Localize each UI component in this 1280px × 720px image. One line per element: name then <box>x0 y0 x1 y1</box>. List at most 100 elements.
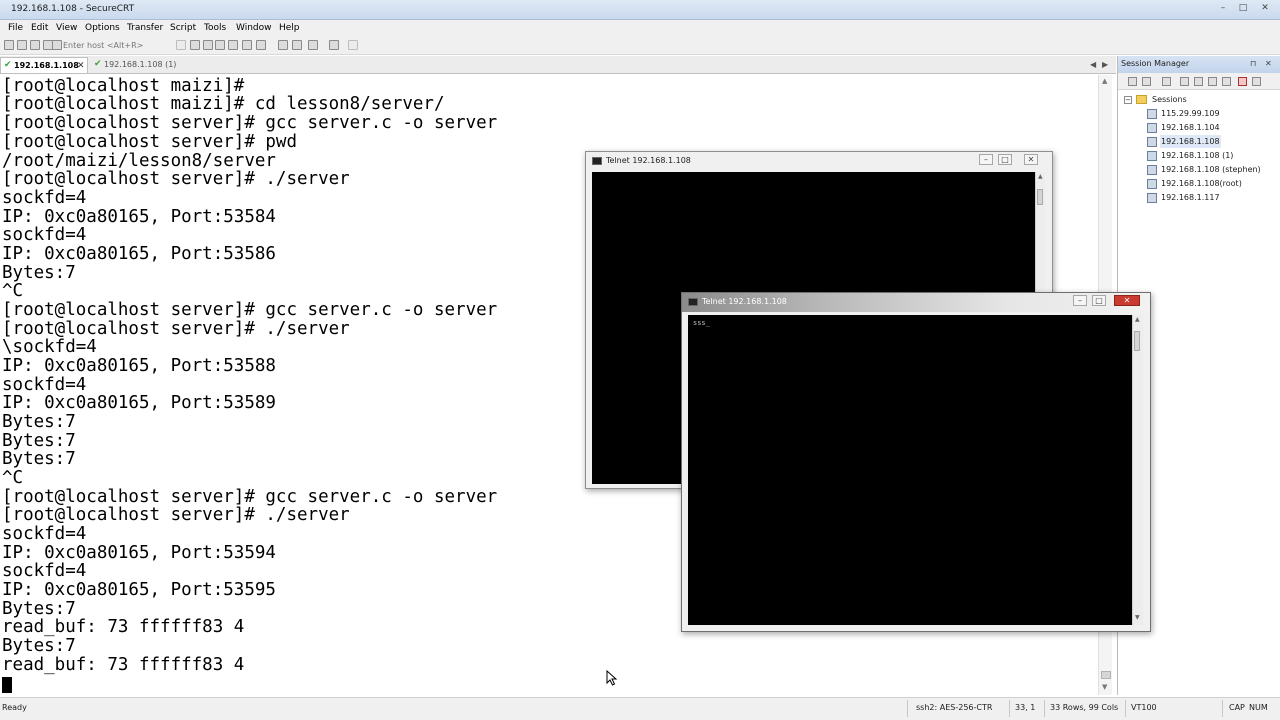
status-separator <box>1044 700 1045 717</box>
minimize-button[interactable]: – <box>1073 295 1087 306</box>
telnet-title-bar[interactable]: Telnet 192.168.1.108 – □ ✕ <box>586 152 1052 171</box>
help-icon[interactable] <box>308 40 318 50</box>
tree-session[interactable]: 192.168.1.108 (stephen) <box>1118 163 1280 177</box>
maximize-button[interactable]: □ <box>998 154 1012 165</box>
scroll-up-icon[interactable]: ▲ <box>1038 173 1043 180</box>
new-folder-icon[interactable] <box>1162 77 1171 86</box>
menu-transfer[interactable]: Transfer <box>127 23 163 33</box>
menu-options[interactable]: Options <box>85 23 120 33</box>
menu-edit[interactable]: Edit <box>31 23 48 33</box>
tab-192-168-1-108-1[interactable]: ✔ 192.168.1.108 (1) <box>91 57 187 73</box>
terminal-line: read_buf: 73 ffffff83 4 <box>2 617 245 637</box>
tab-label: 192.168.1.108 <box>14 61 79 70</box>
pin-icon[interactable]: ⊓ <box>1250 59 1256 68</box>
tree-label: 115.29.99.109 <box>1161 109 1220 118</box>
host-input[interactable] <box>63 39 167 52</box>
copy-paste-icon[interactable] <box>203 40 213 50</box>
telnet-window-front[interactable]: Telnet 192.168.1.108 – □ ✕ sss_ ▲ ▼ <box>681 292 1151 632</box>
copy-icon[interactable] <box>176 40 186 50</box>
disconnect-icon[interactable] <box>52 40 62 50</box>
tree-session[interactable]: 192.168.1.108 (1) <box>1118 149 1280 163</box>
quick-connect-icon[interactable] <box>17 40 27 50</box>
menu-bar: File Edit View Options Transfer Script T… <box>0 20 1280 37</box>
paste-icon[interactable] <box>1208 77 1217 86</box>
toolbar <box>0 37 1280 55</box>
connect-icon[interactable] <box>1128 77 1137 86</box>
keymap-icon[interactable] <box>278 40 288 50</box>
terminal-line: [root@localhost server]# gcc server.c -o… <box>2 113 498 133</box>
window-title: 192.168.1.108 - SecureCRT <box>11 4 135 14</box>
terminal-line: [root@localhost server]# gcc server.c -o… <box>2 300 498 320</box>
menu-window[interactable]: Window <box>236 23 272 33</box>
folder-icon <box>1136 95 1147 104</box>
terminal-line: [root@localhost server]# ./server <box>2 169 350 189</box>
status-terminal-type: VT100 <box>1131 703 1157 712</box>
telnet-console[interactable]: sss_ <box>688 315 1132 625</box>
maximize-button[interactable]: □ <box>1236 3 1250 14</box>
options-icon[interactable] <box>348 40 358 50</box>
tree-session[interactable]: 192.168.1.104 <box>1118 121 1280 135</box>
menu-help[interactable]: Help <box>279 23 300 33</box>
minimize-button[interactable]: – <box>979 154 993 165</box>
scrollbar-thumb[interactable] <box>1134 331 1140 351</box>
tree-label: 192.168.1.108(root) <box>1161 179 1242 188</box>
cut-icon[interactable] <box>1180 77 1189 86</box>
tree-session[interactable]: 192.168.1.117 <box>1118 191 1280 205</box>
new-session-icon[interactable] <box>1142 77 1151 86</box>
find-icon[interactable] <box>215 40 225 50</box>
rename-icon[interactable] <box>1222 77 1231 86</box>
telnet-title-bar[interactable]: Telnet 192.168.1.108 – □ ✕ <box>682 293 1150 312</box>
tab-next-icon[interactable]: ▶ <box>1102 60 1108 69</box>
properties-icon[interactable] <box>1252 77 1261 86</box>
connect-icon[interactable] <box>4 40 14 50</box>
scroll-down-icon[interactable]: ▼ <box>1102 683 1107 691</box>
scroll-up-icon[interactable]: ▲ <box>1102 77 1107 85</box>
close-button[interactable]: ✕ <box>1114 295 1140 306</box>
terminal-line: [root@localhost maizi]# cd lesson8/serve… <box>2 94 445 114</box>
global-options-icon[interactable] <box>256 40 266 50</box>
copy-icon[interactable] <box>1194 77 1203 86</box>
connect-tab-icon[interactable] <box>30 40 40 50</box>
tree-folder-sessions[interactable]: − Sessions <box>1118 93 1280 107</box>
delete-icon[interactable] <box>1238 77 1247 86</box>
tab-192-168-1-108[interactable]: ✔ 192.168.1.108 ✕ <box>0 57 88 73</box>
console-icon <box>688 298 698 306</box>
minimize-button[interactable]: – <box>1216 3 1230 14</box>
session-icon <box>1147 109 1157 119</box>
collapse-icon[interactable]: − <box>1124 96 1132 104</box>
menu-tools[interactable]: Tools <box>204 23 226 33</box>
close-button[interactable]: ✕ <box>1258 3 1272 14</box>
tab-close-icon[interactable]: ✕ <box>77 62 85 71</box>
tree-session-selected[interactable]: 192.168.1.108 <box>1118 135 1280 149</box>
session-options-icon[interactable] <box>242 40 252 50</box>
status-separator <box>907 700 908 717</box>
tree-label: 192.168.1.108 <box>1160 135 1221 148</box>
terminal-line: IP: 0xc0a80165, Port:53588 <box>2 356 276 376</box>
tree-session[interactable]: 192.168.1.108(root) <box>1118 177 1280 191</box>
connected-check-icon: ✔ <box>4 60 12 70</box>
paste-icon[interactable] <box>190 40 200 50</box>
menu-file[interactable]: File <box>8 23 23 33</box>
tab-prev-icon[interactable]: ◀ <box>1090 60 1096 69</box>
menu-view[interactable]: View <box>56 23 77 33</box>
print-icon[interactable] <box>228 40 238 50</box>
close-button[interactable]: ✕ <box>1024 154 1038 165</box>
status-caps-lock: CAP <box>1229 703 1245 712</box>
scroll-down-icon[interactable]: ▼ <box>1135 614 1140 621</box>
menu-script[interactable]: Script <box>170 23 196 33</box>
close-icon[interactable]: ✕ <box>1265 59 1272 68</box>
telnet-scrollbar[interactable]: ▲ ▼ <box>1132 315 1143 625</box>
scrollbar-thumb[interactable] <box>1037 189 1043 205</box>
terminal-line: IP: 0xc0a80165, Port:53589 <box>2 393 276 413</box>
maximize-button[interactable]: □ <box>1092 295 1106 306</box>
scroll-up-icon[interactable]: ▲ <box>1135 316 1140 323</box>
terminal-line: sockfd=4 <box>2 225 87 245</box>
scrollbar-thumb[interactable] <box>1101 671 1111 679</box>
sftp-icon[interactable] <box>292 40 302 50</box>
status-separator <box>1125 700 1126 717</box>
title-bar[interactable]: 192.168.1.108 - SecureCRT – □ ✕ <box>0 0 1280 20</box>
tab-label: 192.168.1.108 (1) <box>104 60 177 69</box>
terminal-line: [root@localhost server]# ./server <box>2 505 350 525</box>
about-icon[interactable] <box>329 40 339 50</box>
tree-session[interactable]: 115.29.99.109 <box>1118 107 1280 121</box>
